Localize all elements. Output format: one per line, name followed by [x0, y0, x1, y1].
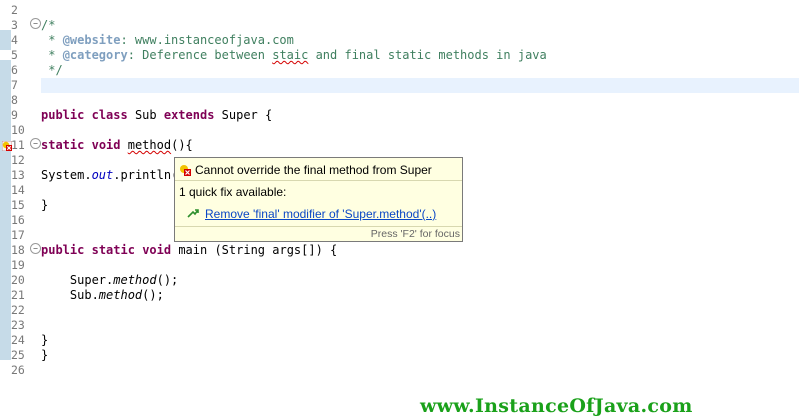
line-number: 17 [11, 228, 25, 242]
code-text: Super. [41, 273, 114, 287]
code-line-11: static void method(){ [41, 138, 193, 153]
code-text: (){ [171, 138, 193, 152]
method-call: method [113, 273, 157, 287]
line-number: 21 [11, 288, 25, 302]
line-number: 12 [11, 153, 25, 167]
code-line-4: * @website: www.instanceofjava.com [41, 33, 294, 48]
line-number: 8 [11, 93, 18, 107]
code-line-15: } [41, 198, 48, 213]
line-number: 13 [11, 168, 25, 182]
code-text: main (String args[]) { [171, 243, 338, 257]
code-text: Sub. [41, 288, 99, 302]
comment-text: */ [41, 63, 63, 77]
error-message-text: Cannot override the final method from Su… [195, 163, 432, 177]
code-text: } [41, 333, 49, 347]
code-line-6: */ [41, 63, 63, 78]
comment-text: * [41, 48, 63, 62]
code-line-21: Sub.method(); [41, 288, 164, 303]
code-text: System. [41, 168, 92, 182]
quick-fix-link[interactable]: Remove 'final' modifier of 'Super.method… [205, 206, 436, 222]
line-number: 5 [11, 48, 18, 62]
code-line-20: Super.method(); [41, 273, 178, 288]
code-text: } [41, 198, 49, 212]
line-number: 4 [11, 33, 18, 47]
line-number: 15 [11, 198, 25, 212]
keyword: public [41, 108, 85, 122]
line-number: 3 [11, 18, 18, 32]
keyword: public [41, 243, 85, 257]
line-number: 14 [11, 183, 25, 197]
line-number: 23 [11, 318, 25, 332]
quick-fix-arrow-icon [187, 209, 199, 218]
quick-fix-count: 1 quick fix available: [179, 185, 287, 199]
keyword: static [91, 243, 135, 257]
line-number: 25 [11, 348, 25, 362]
keyword: void [142, 243, 172, 257]
comment-text: and final static methods in java [308, 48, 547, 62]
error-method-name[interactable]: method [128, 138, 171, 152]
line-number: 24 [11, 333, 25, 347]
error-message: Cannot override the final method from Su… [179, 162, 432, 178]
overview-ruler [0, 0, 11, 419]
code-line-24: } [41, 333, 48, 348]
javadoc-tag: @category [62, 48, 128, 62]
line-number: 18 [11, 243, 25, 257]
code-line-3: /* [41, 18, 55, 33]
keyword: extends [163, 108, 215, 122]
focus-hint: Press 'F2' for focus [175, 226, 462, 241]
code-line-9: public class Sub extends Super { [41, 108, 272, 123]
keyword: static [41, 138, 85, 152]
comment-text: : Deference between [127, 48, 273, 62]
ruler-range [0, 60, 11, 360]
line-number: 22 [11, 303, 25, 317]
line-number: 11 [11, 138, 25, 152]
class-name: Sub [127, 108, 164, 122]
javadoc-tag: @website [62, 33, 121, 47]
code-text: } [41, 348, 49, 362]
keyword: class [91, 108, 128, 122]
code-text: .println( [113, 168, 179, 182]
line-number: 7 [11, 78, 18, 92]
fold-toggle-icon[interactable]: − [30, 18, 41, 29]
quick-fix-item[interactable]: Remove 'final' modifier of 'Super.method… [187, 206, 436, 222]
divider [175, 180, 462, 181]
line-number: 16 [11, 213, 25, 227]
method-call: method [98, 288, 143, 302]
comment-text: : www.instanceofjava.com [120, 33, 294, 47]
code-text: (); [156, 273, 179, 287]
spelling-error-word: staic [272, 48, 309, 62]
code-line-25: } [41, 348, 48, 363]
line-number: 20 [11, 273, 25, 287]
site-watermark: www.InstanceOfJava.com [420, 395, 693, 417]
ruler-range [0, 30, 11, 50]
line-number: 10 [11, 123, 25, 137]
code-text: (); [142, 288, 164, 302]
line-number: 9 [11, 108, 18, 122]
code-line-18: public static void main (String args[]) … [41, 243, 337, 258]
comment-text: * [41, 33, 63, 47]
keyword: void [91, 138, 121, 152]
code-line-5: * @category: Deference between staic and… [41, 48, 547, 63]
line-number: 2 [11, 3, 18, 17]
quick-fix-hover[interactable]: Cannot override the final method from Su… [174, 157, 463, 242]
error-icon [180, 165, 191, 176]
static-field: out [91, 168, 114, 182]
line-number: 26 [11, 363, 25, 377]
fold-toggle-icon[interactable]: − [30, 243, 41, 254]
code-text: Super { [214, 108, 273, 122]
line-number: 6 [11, 63, 18, 77]
code-line-13: System.out.println( [41, 168, 178, 183]
fold-toggle-icon[interactable]: − [30, 138, 41, 149]
comment-text: /* [41, 18, 56, 32]
line-number: 19 [11, 258, 25, 272]
